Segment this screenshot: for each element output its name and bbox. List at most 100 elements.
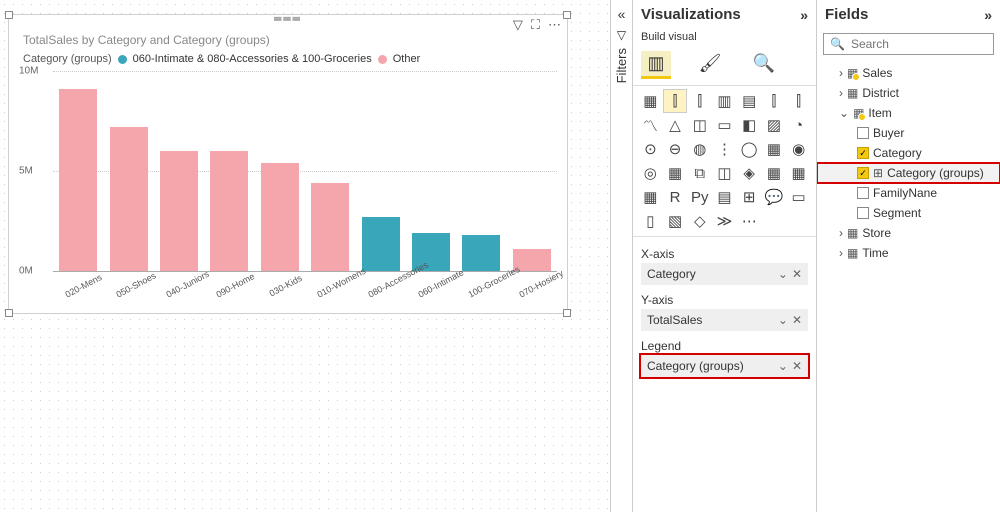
viz-type-item[interactable]: ◫ xyxy=(688,114,711,136)
viz-type-item[interactable]: ▤ xyxy=(713,186,736,208)
viz-type-item[interactable]: ⊖ xyxy=(664,138,687,160)
field-row[interactable]: Segment xyxy=(817,203,1000,223)
field-row[interactable]: Category xyxy=(817,143,1000,163)
bar[interactable] xyxy=(160,151,198,271)
analytics-tab[interactable]: 🔍 xyxy=(749,51,779,79)
viz-type-item[interactable]: ◍ xyxy=(688,138,711,160)
viz-type-item[interactable]: ▦ xyxy=(639,90,662,112)
report-canvas[interactable]: ━━━━━━ ▽ ⛶ ⋯ TotalSales by Category and … xyxy=(0,0,610,512)
field-checkbox[interactable] xyxy=(857,127,869,139)
bar[interactable] xyxy=(462,235,500,271)
viz-type-item[interactable]: ◔ xyxy=(787,114,810,136)
field-row[interactable]: FamilyNane xyxy=(817,183,1000,203)
table-row[interactable]: ›▦Store xyxy=(817,223,1000,243)
y-axis-label: Y-axis xyxy=(641,289,808,309)
remove-field-icon[interactable]: ✕ xyxy=(792,313,802,327)
viz-type-item[interactable]: ◎ xyxy=(639,162,662,184)
viz-type-item[interactable]: ⫿ xyxy=(763,90,786,112)
focus-mode-icon[interactable]: ⛶ xyxy=(531,17,540,33)
viz-type-item[interactable]: Py xyxy=(688,186,711,208)
viz-type-item[interactable]: ⫿ xyxy=(688,90,711,112)
move-handle[interactable]: ━━━━━━ xyxy=(274,17,302,21)
viz-type-item[interactable]: ⋯ xyxy=(738,210,761,232)
viz-type-item[interactable]: ▦ xyxy=(664,162,687,184)
viz-type-item[interactable]: ◧ xyxy=(738,114,761,136)
viz-type-item[interactable]: ⋮ xyxy=(713,138,736,160)
bar[interactable] xyxy=(261,163,299,271)
visualizations-pane: Visualizations » Build visual ▥ 🖌 🔍 ▦⫿⫿▥… xyxy=(632,0,816,512)
viz-type-item[interactable]: ▦ xyxy=(763,138,786,160)
viz-type-item[interactable]: 💬 xyxy=(763,186,786,208)
viz-type-item[interactable]: ▯ xyxy=(639,210,662,232)
viz-type-item[interactable]: ⫿ xyxy=(787,90,810,112)
format-visual-tab[interactable]: 🖌 xyxy=(695,51,725,79)
y-axis-field[interactable]: TotalSales ⌄✕ xyxy=(641,309,808,331)
viz-type-item[interactable]: ▨ xyxy=(763,114,786,136)
table-row[interactable]: ›▦Time xyxy=(817,243,1000,263)
viz-type-item[interactable]: ⧉ xyxy=(688,162,711,184)
collapse-viz-icon[interactable]: » xyxy=(800,7,808,23)
chevron-down-icon[interactable]: ⌄ xyxy=(778,359,788,373)
chart-visual[interactable]: ━━━━━━ ▽ ⛶ ⋯ TotalSales by Category and … xyxy=(8,14,568,314)
resize-handle-tl[interactable] xyxy=(5,11,13,19)
table-row[interactable]: ›▦District xyxy=(817,83,1000,103)
resize-handle-bl[interactable] xyxy=(5,309,13,317)
field-row[interactable]: Buyer xyxy=(817,123,1000,143)
chevron-down-icon[interactable]: ⌄ xyxy=(778,267,788,281)
viz-type-item[interactable]: ▥ xyxy=(713,90,736,112)
fields-search[interactable]: 🔍 xyxy=(823,33,994,55)
viz-type-item[interactable]: 〽 xyxy=(639,114,662,136)
viz-type-item[interactable]: ◉ xyxy=(787,138,810,160)
viz-type-item[interactable]: ▦ xyxy=(639,186,662,208)
viz-type-item[interactable]: ▦ xyxy=(787,162,810,184)
viz-type-item[interactable]: ≫ xyxy=(713,210,736,232)
collapse-fields-icon[interactable]: » xyxy=(984,7,992,23)
field-checkbox[interactable] xyxy=(857,167,869,179)
field-row[interactable]: ⊞Category (groups) xyxy=(817,163,1000,183)
viz-type-item[interactable]: ▦ xyxy=(763,162,786,184)
viz-type-item[interactable]: ▤ xyxy=(738,90,761,112)
field-checkbox[interactable] xyxy=(857,187,869,199)
viz-type-item[interactable]: ▭ xyxy=(713,114,736,136)
table-icon: ▦ xyxy=(847,86,858,100)
resize-handle-br[interactable] xyxy=(563,309,571,317)
build-visual-tab[interactable]: ▥ xyxy=(641,51,671,79)
field-checkbox[interactable] xyxy=(857,207,869,219)
viz-type-item[interactable]: ⫿ xyxy=(664,90,687,112)
viz-type-item[interactable]: R xyxy=(664,186,687,208)
x-axis-label: X-axis xyxy=(641,243,808,263)
bar[interactable] xyxy=(311,183,349,271)
viz-type-item[interactable]: ◇ xyxy=(688,210,711,232)
viz-type-item[interactable]: △ xyxy=(664,114,687,136)
search-input[interactable] xyxy=(851,37,987,51)
viz-type-item[interactable]: ▭ xyxy=(787,186,810,208)
viz-type-item[interactable]: ▧ xyxy=(664,210,687,232)
legend-swatch-other xyxy=(378,55,387,64)
resize-handle-tr[interactable] xyxy=(563,11,571,19)
viz-type-item[interactable]: ◫ xyxy=(713,162,736,184)
bar[interactable] xyxy=(210,151,248,271)
table-row[interactable]: ›▦Sales xyxy=(817,63,1000,83)
viz-type-item[interactable]: ◯ xyxy=(738,138,761,160)
filter-icon[interactable]: ▽ xyxy=(513,17,523,33)
legend-field[interactable]: Category (groups) ⌄✕ xyxy=(641,355,808,377)
filters-label: Filters xyxy=(614,48,629,83)
chart-plot-area: 0M5M10M xyxy=(53,71,557,271)
bar[interactable] xyxy=(59,89,97,271)
viz-type-item[interactable]: ◈ xyxy=(738,162,761,184)
remove-field-icon[interactable]: ✕ xyxy=(792,267,802,281)
bar[interactable] xyxy=(362,217,400,271)
remove-field-icon[interactable]: ✕ xyxy=(792,359,802,373)
more-options-icon[interactable]: ⋯ xyxy=(548,17,561,33)
viz-type-item[interactable]: ⊙ xyxy=(639,138,662,160)
filters-pane-collapsed[interactable]: « ▽ Filters xyxy=(610,0,632,512)
viz-type-item[interactable]: ⊞ xyxy=(738,186,761,208)
x-axis-field[interactable]: Category ⌄✕ xyxy=(641,263,808,285)
field-checkbox[interactable] xyxy=(857,147,869,159)
chevron-down-icon[interactable]: ⌄ xyxy=(778,313,788,327)
expand-filters-icon[interactable]: « xyxy=(618,6,626,22)
bar[interactable] xyxy=(110,127,148,271)
visualizations-title: Visualizations xyxy=(641,6,741,23)
table-icon: ▦ xyxy=(847,66,858,80)
table-row[interactable]: ⌄▦Item xyxy=(817,103,1000,123)
